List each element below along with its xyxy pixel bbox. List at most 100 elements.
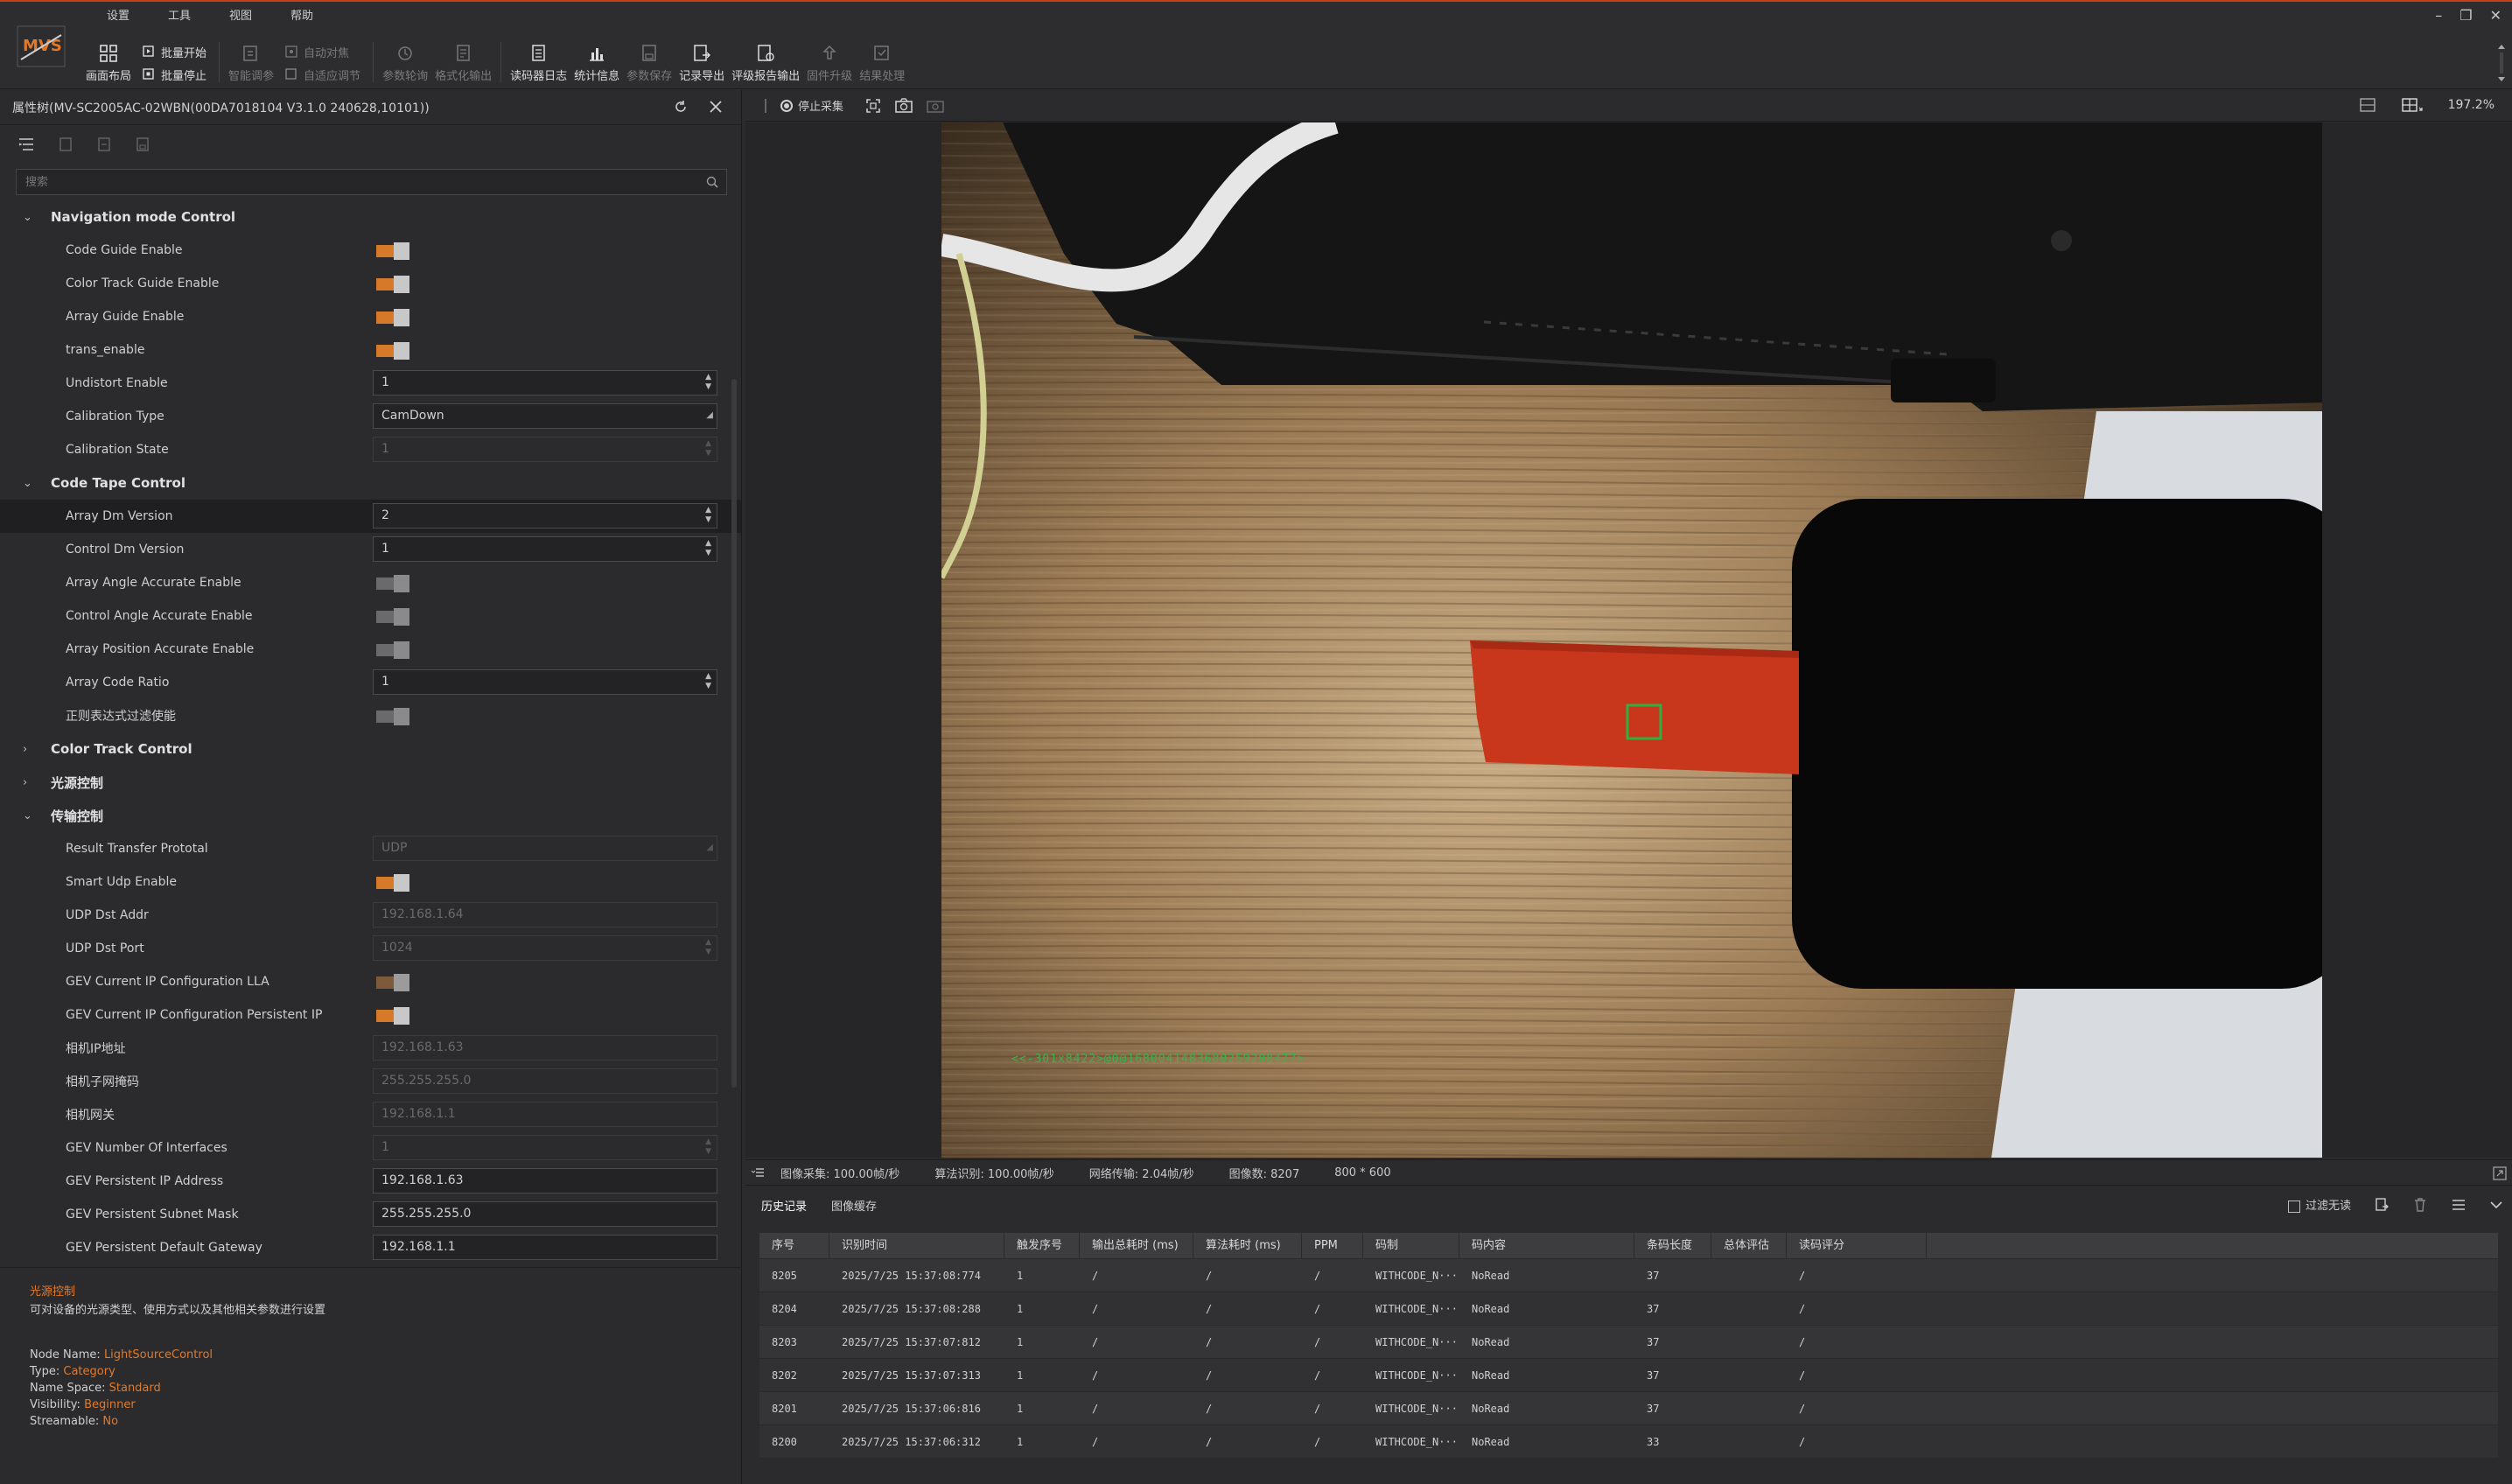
- delete-icon[interactable]: [2412, 1197, 2428, 1213]
- smart-tune-button[interactable]: 智能调参: [228, 35, 274, 83]
- export-records-icon[interactable]: [2374, 1197, 2390, 1213]
- save-config-icon[interactable]: [135, 136, 150, 152]
- table-row[interactable]: 8204 2025/7/25 15:37:08:288 1 / / / WITHCODE_N…: [759, 1292, 2498, 1326]
- prop-camera-ip: 相机IP地址 192.168.1.63: [0, 1032, 741, 1065]
- panel-handle-icon[interactable]: [763, 97, 770, 115]
- adaptive-adjust-checkbox[interactable]: 自适应调节: [284, 63, 360, 86]
- minimize-icon[interactable]: –: [2435, 7, 2442, 24]
- single-view-icon[interactable]: [2359, 97, 2376, 113]
- prop-array-dm-version[interactable]: Array Dm Version 2 ▲ ▼: [0, 500, 741, 533]
- close-panel-icon[interactable]: [708, 99, 724, 115]
- camera-image[interactable]: <<-301x8422>@0@16800414836802592084Z7>: [941, 122, 2322, 1158]
- column-header[interactable]: 算法耗时 (ms): [1193, 1233, 1302, 1258]
- color-track-guide-toggle[interactable]: [376, 276, 411, 293]
- code-guide-toggle[interactable]: [376, 242, 411, 260]
- column-header[interactable]: 识别时间: [829, 1233, 1004, 1258]
- udp-dst-addr-field: 192.168.1.64: [373, 902, 717, 928]
- control-angle-toggle[interactable]: [376, 608, 411, 626]
- array-dm-stepper[interactable]: 2 ▲ ▼: [373, 503, 717, 528]
- close-window-icon[interactable]: ✕: [2490, 7, 2502, 24]
- menu-view[interactable]: 视图: [210, 7, 271, 26]
- toolbar-scroll-icon[interactable]: [2496, 42, 2507, 84]
- category-color-track[interactable]: › Color Track Control: [0, 732, 741, 766]
- control-dm-stepper[interactable]: 1 ▲ ▼: [373, 536, 717, 562]
- array-guide-toggle[interactable]: [376, 309, 411, 326]
- menu-settings[interactable]: 设置: [87, 7, 149, 26]
- stop-capture-button[interactable]: 停止采集: [780, 97, 843, 114]
- refresh-icon[interactable]: [673, 99, 689, 115]
- menu-help[interactable]: 帮助: [271, 7, 332, 26]
- column-header[interactable]: 总体评估: [1711, 1233, 1787, 1258]
- fit-screen-icon[interactable]: [864, 97, 882, 115]
- array-angle-toggle[interactable]: [376, 575, 411, 592]
- spin-arrows-icon[interactable]: ▲ ▼: [705, 672, 711, 691]
- trans-enable-toggle[interactable]: [376, 342, 411, 360]
- list-view-icon[interactable]: [17, 136, 35, 152]
- tab-history[interactable]: 历史记录: [761, 1197, 807, 1214]
- param-poll-button[interactable]: 参数轮询: [382, 35, 428, 83]
- table-row[interactable]: 8203 2025/7/25 15:37:07:812 1 / / / WITHCODE_N…: [759, 1326, 2498, 1359]
- regex-filter-toggle[interactable]: [376, 708, 411, 725]
- record-export-button[interactable]: 记录导出: [679, 35, 724, 83]
- category-light-source[interactable]: › 光源控制: [0, 766, 741, 799]
- table-row[interactable]: 8200 2025/7/25 15:37:06:312 1 / / / WITHCODE_N…: [759, 1425, 2498, 1459]
- spin-arrows-icon[interactable]: ▲ ▼: [705, 539, 711, 558]
- spin-arrows-icon[interactable]: ▲ ▼: [705, 506, 711, 525]
- batch-start-button[interactable]: 批量开始: [142, 40, 206, 63]
- main-toolbar: 画面布局 批量开始 批量停止 智能调参 自动对焦 自适应调节 参数轮询 格式化输…: [82, 35, 908, 89]
- grade-report-button[interactable]: 评级报告输出: [731, 35, 800, 83]
- property-search-input[interactable]: [17, 175, 655, 189]
- auto-focus-button[interactable]: 自动对焦: [284, 40, 360, 63]
- layout-button[interactable]: 画面布局: [86, 35, 131, 83]
- gev-persistent-ip-field[interactable]: 192.168.1.63: [373, 1168, 717, 1194]
- column-header[interactable]: 输出总耗时 (ms): [1080, 1233, 1193, 1258]
- column-header[interactable]: 读码评分: [1787, 1233, 1927, 1258]
- table-row[interactable]: 8201 2025/7/25 15:37:06:816 1 / / / WITHCODE_N…: [759, 1392, 2498, 1425]
- undistort-stepper[interactable]: 1 ▲ ▼: [373, 370, 717, 396]
- result-process-button[interactable]: 结果处理: [859, 35, 905, 83]
- gev-persistent-mask-field[interactable]: 255.255.255.0: [373, 1201, 717, 1227]
- column-header[interactable]: PPM: [1302, 1233, 1363, 1258]
- zoom-level[interactable]: 197.2%: [2448, 98, 2495, 112]
- search-icon[interactable]: [705, 175, 719, 189]
- param-save-button[interactable]: 参数保存: [626, 35, 672, 83]
- category-code-tape[interactable]: ⌄ Code Tape Control: [0, 466, 741, 500]
- firmware-button[interactable]: 固件升级: [807, 35, 852, 83]
- tab-image-cache[interactable]: 图像缓存: [831, 1197, 877, 1214]
- array-code-ratio-stepper[interactable]: 1 ▲ ▼: [373, 669, 717, 695]
- column-header[interactable]: 触发序号: [1004, 1233, 1080, 1258]
- batch-stop-button[interactable]: 批量停止: [142, 63, 206, 86]
- column-header[interactable]: 码内容: [1459, 1233, 1634, 1258]
- export-config-icon[interactable]: [96, 136, 112, 152]
- menu-tools[interactable]: 工具: [149, 7, 210, 26]
- camera-snapshot-icon[interactable]: [894, 97, 913, 115]
- table-row[interactable]: 8202 2025/7/25 15:37:07:313 1 / / / WITHCODE_N…: [759, 1359, 2498, 1392]
- column-header[interactable]: 码制: [1363, 1233, 1459, 1258]
- grid-view-icon[interactable]: [2401, 97, 2424, 113]
- stats-button[interactable]: 统计信息: [574, 35, 619, 83]
- smart-udp-toggle[interactable]: [376, 874, 411, 892]
- category-navigation-mode[interactable]: ⌄ Navigation mode Control: [0, 200, 741, 234]
- array-position-toggle[interactable]: [376, 641, 411, 659]
- restore-icon[interactable]: ❐: [2460, 7, 2472, 24]
- spin-arrows-icon[interactable]: ▲ ▼: [705, 373, 711, 392]
- property-tree-scrollbar[interactable]: [731, 379, 737, 1088]
- grade-report-label: 评级报告输出: [731, 70, 801, 83]
- reader-log-button[interactable]: 读码器日志: [510, 35, 567, 83]
- expand-corner-icon[interactable]: [2493, 1166, 2507, 1180]
- category-transfer[interactable]: ⌄ 传输控制: [0, 799, 741, 832]
- filter-noread-checkbox[interactable]: 过滤无读: [2287, 1196, 2351, 1213]
- table-row[interactable]: 8205 2025/7/25 15:37:08:774 1 / / / WITHCODE_N…: [759, 1259, 2498, 1292]
- column-header[interactable]: 序号: [759, 1233, 829, 1258]
- column-header[interactable]: 条码长度: [1634, 1233, 1711, 1258]
- status-menu-icon[interactable]: [751, 1166, 765, 1179]
- record-video-icon[interactable]: [926, 97, 945, 115]
- gev-persistent-gateway-field[interactable]: 192.168.1.1: [373, 1235, 717, 1260]
- gev-persistent-toggle[interactable]: [376, 1007, 411, 1025]
- import-icon[interactable]: [58, 136, 73, 152]
- image-viewer[interactable]: <<-301x8422>@0@16800414836802592084Z7>: [745, 122, 2512, 1158]
- format-output-button[interactable]: 格式化输出: [435, 35, 492, 83]
- calibration-type-select[interactable]: CamDown ◢: [373, 403, 717, 429]
- list-menu-icon[interactable]: [2451, 1197, 2467, 1213]
- chevron-down-icon[interactable]: [2489, 1198, 2503, 1212]
